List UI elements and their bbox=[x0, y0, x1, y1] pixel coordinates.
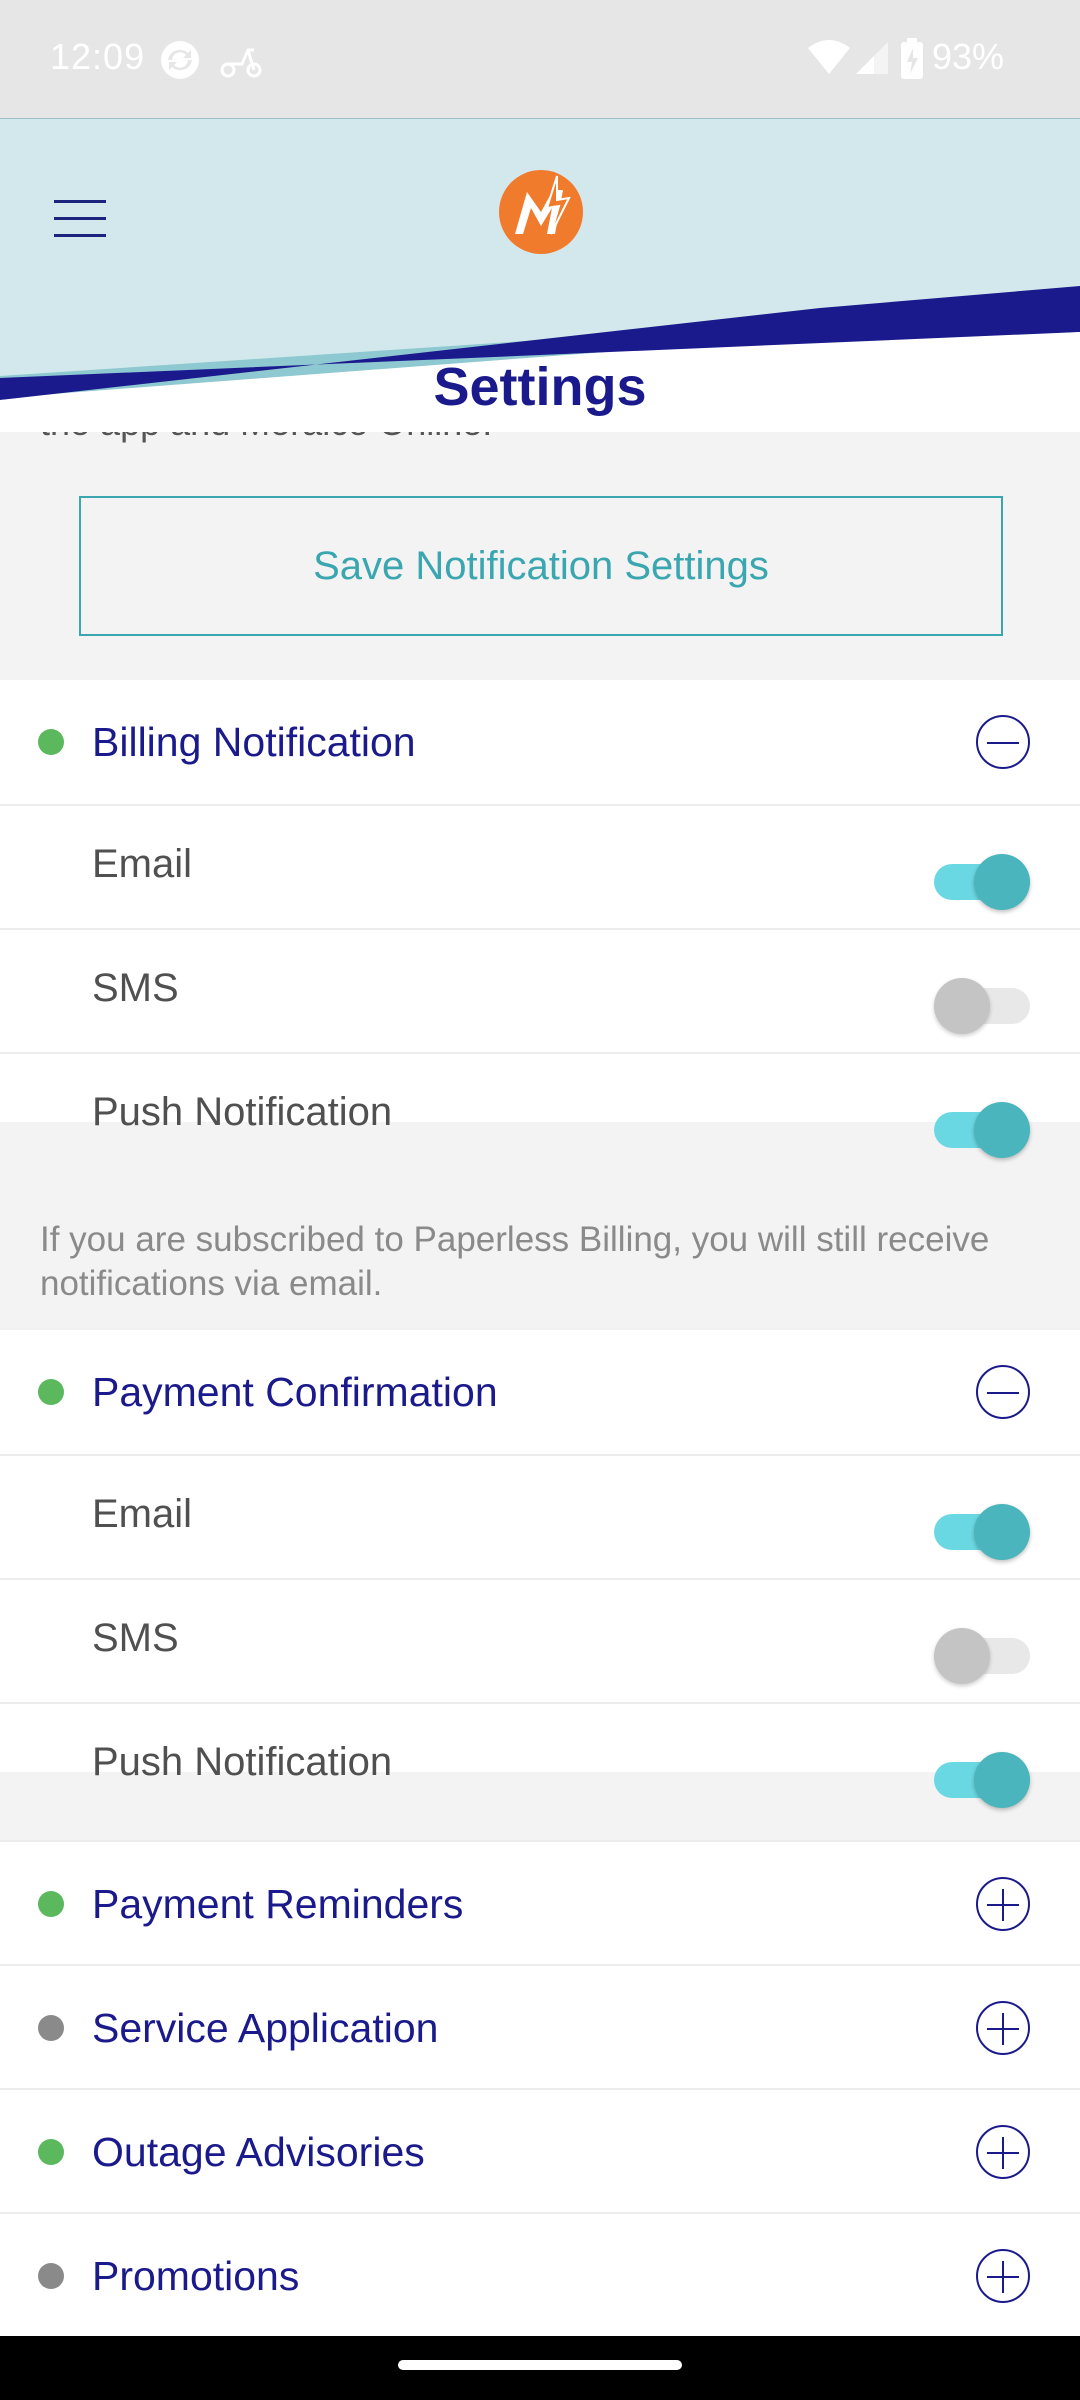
option-label: Email bbox=[92, 1492, 193, 1536]
save-notification-settings-button[interactable]: Save Notification Settings bbox=[79, 496, 1003, 636]
option-row-sms: SMS bbox=[0, 928, 1080, 1052]
battery-icon bbox=[901, 38, 923, 79]
option-row-sms: SMS bbox=[0, 1578, 1080, 1702]
expand-icon[interactable] bbox=[976, 2001, 1030, 2055]
section-payment-reminders[interactable]: Payment Reminders bbox=[0, 1840, 1080, 1964]
page-title: Settings bbox=[433, 357, 647, 417]
option-label: Email bbox=[92, 842, 193, 886]
sms-toggle[interactable] bbox=[934, 1622, 1030, 1684]
section-title: Payment Reminders bbox=[92, 1880, 464, 1927]
menu-button[interactable] bbox=[50, 188, 110, 248]
section-title: Payment Confirmation bbox=[92, 1368, 498, 1415]
section-title: Outage Advisories bbox=[92, 2128, 425, 2175]
section-promotions[interactable]: Promotions bbox=[0, 2212, 1080, 2336]
settings-content[interactable]: the app and Meralco Online. Save Notific… bbox=[0, 432, 1080, 2336]
status-dot bbox=[38, 2015, 64, 2041]
collapse-icon[interactable] bbox=[976, 715, 1030, 769]
expand-icon[interactable] bbox=[976, 2249, 1030, 2303]
section-outage-advisories[interactable]: Outage Advisories bbox=[0, 2088, 1080, 2212]
collapse-icon[interactable] bbox=[976, 1365, 1030, 1419]
scooter-icon bbox=[220, 48, 262, 78]
status-dot bbox=[38, 1379, 64, 1405]
status-bar: 12:09 93% bbox=[0, 0, 1080, 118]
wifi-icon bbox=[808, 40, 850, 74]
status-dot bbox=[38, 1891, 64, 1917]
push-notification-toggle[interactable] bbox=[934, 1096, 1030, 1158]
section-title: Promotions bbox=[92, 2252, 300, 2299]
sync-icon bbox=[161, 41, 199, 79]
app-header: Settings bbox=[0, 118, 1080, 432]
section-header[interactable]: Payment Confirmation bbox=[0, 1330, 1080, 1454]
status-dot bbox=[38, 2139, 64, 2165]
option-row-email: Email bbox=[0, 1454, 1080, 1578]
section-title: Billing Notification bbox=[92, 718, 416, 765]
option-label: Push Notification bbox=[92, 1090, 393, 1134]
option-row-push: Push Notification bbox=[0, 1052, 1080, 1176]
home-gesture-handle[interactable] bbox=[398, 2360, 682, 2370]
email-toggle[interactable] bbox=[934, 848, 1030, 910]
status-time: 12:09 bbox=[50, 36, 146, 77]
section-title: Service Application bbox=[92, 2004, 439, 2051]
email-toggle[interactable] bbox=[934, 1498, 1030, 1560]
option-row-email: Email bbox=[0, 804, 1080, 928]
signal-icon bbox=[856, 42, 888, 74]
battery-percentage: 93% bbox=[932, 36, 1005, 77]
option-row-push: Push Notification bbox=[0, 1702, 1080, 1826]
option-label: SMS bbox=[92, 966, 179, 1010]
section-payment-confirmation: Payment Confirmation Email SMS Push Noti… bbox=[0, 1330, 1080, 1808]
option-label: SMS bbox=[92, 1616, 179, 1660]
expand-icon[interactable] bbox=[976, 2125, 1030, 2179]
status-dot bbox=[38, 729, 64, 755]
paperless-billing-note: If you are subscribed to Paperless Billi… bbox=[0, 1192, 1080, 1330]
option-label: Push Notification bbox=[92, 1740, 393, 1784]
system-navigation-bar bbox=[0, 2336, 1080, 2400]
section-service-application[interactable]: Service Application bbox=[0, 1964, 1080, 2088]
status-dot bbox=[38, 2263, 64, 2289]
meralco-logo-icon bbox=[499, 170, 583, 254]
section-billing-notification: Billing Notification Email SMS Push Noti… bbox=[0, 680, 1080, 1158]
section-header[interactable]: Billing Notification bbox=[0, 680, 1080, 804]
push-notification-toggle[interactable] bbox=[934, 1746, 1030, 1808]
sms-toggle[interactable] bbox=[934, 972, 1030, 1034]
expand-icon[interactable] bbox=[976, 1877, 1030, 1931]
intro-text: the app and Meralco Online. bbox=[40, 432, 492, 444]
